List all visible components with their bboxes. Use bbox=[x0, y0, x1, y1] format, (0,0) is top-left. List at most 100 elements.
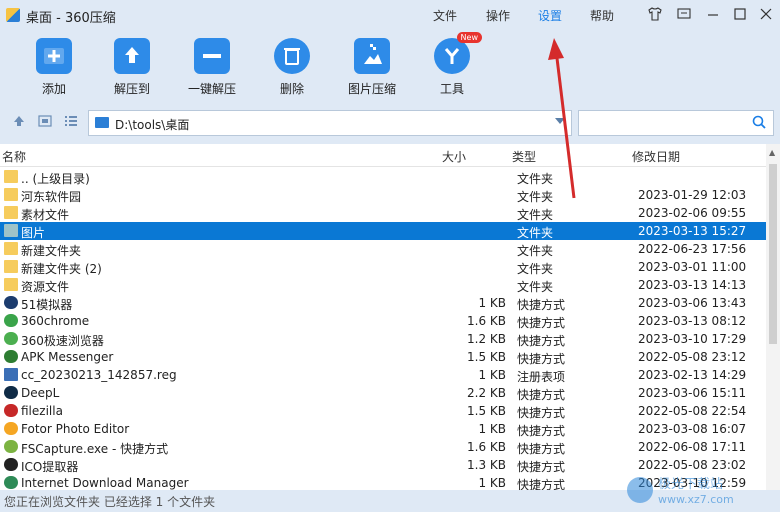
close-icon[interactable] bbox=[757, 6, 775, 24]
file-row[interactable]: cc_20230213_142857.reg 1 KB 注册表项 2023-02-13… bbox=[0, 366, 766, 384]
file-row[interactable]: APK Messenger 1.5 KB 快捷方式 2022-05-08 23:12 bbox=[0, 348, 766, 366]
file-date: 2023-03-06 13:43 bbox=[638, 296, 747, 310]
menu-help[interactable]: 帮助 bbox=[590, 7, 614, 24]
file-size: 2.2 KB bbox=[467, 386, 506, 400]
scroll-up-icon[interactable]: ▲ bbox=[769, 148, 775, 157]
file-row[interactable]: 资源文件 文件夹 2023-03-13 14:13 bbox=[0, 276, 766, 294]
shortcut-icon bbox=[4, 404, 18, 417]
chevron-down-icon[interactable] bbox=[555, 118, 565, 124]
folder-icon bbox=[4, 170, 18, 183]
file-name: 图片 bbox=[21, 226, 46, 240]
column-type[interactable]: 类型 bbox=[512, 148, 536, 165]
minimize-icon[interactable] bbox=[704, 6, 722, 24]
file-name: cc_20230213_142857.reg bbox=[21, 368, 177, 382]
file-type: 文件夹 bbox=[517, 208, 554, 222]
toolbar: 添加 解压到 一键解压 删除 图片压缩 New 工具 bbox=[0, 30, 780, 100]
shortcut-icon bbox=[4, 386, 18, 399]
folder-icon bbox=[4, 224, 18, 237]
file-name: 新建文件夹 bbox=[21, 244, 82, 258]
file-type: 快捷方式 bbox=[517, 388, 566, 402]
file-date: 2023-03-13 08:12 bbox=[638, 314, 747, 328]
file-type: 文件夹 bbox=[517, 262, 554, 276]
file-name: Fotor Photo Editor bbox=[21, 422, 130, 436]
folder-icon bbox=[4, 206, 18, 219]
file-size: 1.5 KB bbox=[467, 404, 506, 418]
column-modified[interactable]: 修改日期 bbox=[632, 148, 680, 165]
extract-to-button[interactable]: 解压到 bbox=[110, 38, 154, 97]
shortcut-icon bbox=[4, 296, 18, 309]
menu-operate[interactable]: 操作 bbox=[486, 7, 510, 24]
skin-icon[interactable] bbox=[646, 6, 664, 24]
menu-settings[interactable]: 设置 bbox=[538, 7, 562, 24]
file-size: 1 KB bbox=[478, 476, 506, 490]
folder-icon bbox=[4, 242, 18, 255]
file-date: 2023-03-08 16:07 bbox=[638, 422, 747, 436]
file-row[interactable]: FSCapture.exe - 快捷方式 1.6 KB 快捷方式 2022-06-08… bbox=[0, 438, 766, 456]
file-name: 资源文件 bbox=[21, 280, 70, 294]
file-size: 1 KB bbox=[478, 368, 506, 382]
file-type: 快捷方式 bbox=[517, 352, 566, 366]
file-row[interactable]: .. (上级目录) 文件夹 bbox=[0, 168, 766, 186]
vertical-scrollbar[interactable]: ▲ bbox=[766, 144, 780, 490]
file-row[interactable]: 素材文件 文件夹 2023-02-06 09:55 bbox=[0, 204, 766, 222]
folder-icon bbox=[4, 278, 18, 291]
shortcut-icon bbox=[4, 350, 18, 363]
search-icon[interactable] bbox=[751, 114, 767, 134]
tools-button[interactable]: New 工具 bbox=[432, 32, 482, 97]
file-name: .. (上级目录) bbox=[21, 172, 90, 186]
file-date: 2023-02-13 14:29 bbox=[638, 368, 747, 382]
file-row[interactable]: 河东软件园 文件夹 2023-01-29 12:03 bbox=[0, 186, 766, 204]
title-bar: 桌面 - 360压缩 文件 操作 设置 帮助 bbox=[0, 0, 780, 30]
column-name[interactable]: 名称 bbox=[2, 148, 26, 165]
registry-file-icon bbox=[4, 368, 18, 381]
status-text: 您正在浏览文件夹 已经选择 1 个文件夹 bbox=[4, 495, 216, 509]
file-name: 新建文件夹 (2) bbox=[21, 262, 102, 276]
search-input[interactable] bbox=[578, 110, 774, 136]
trash-icon bbox=[274, 38, 310, 74]
file-size: 1.5 KB bbox=[467, 350, 506, 364]
file-row[interactable]: DeepL 2.2 KB 快捷方式 2023-03-06 15:11 bbox=[0, 384, 766, 402]
file-size: 1.3 KB bbox=[467, 458, 506, 472]
image-compress-button[interactable]: 图片压缩 bbox=[346, 38, 398, 97]
file-date: 2022-05-08 22:54 bbox=[638, 404, 747, 418]
address-bar[interactable]: D:\tools\桌面 bbox=[88, 110, 572, 136]
menu-file[interactable]: 文件 bbox=[433, 7, 457, 24]
file-row[interactable]: 51模拟器 1 KB 快捷方式 2023-03-06 13:43 bbox=[0, 294, 766, 312]
add-button[interactable]: 添加 bbox=[34, 38, 74, 97]
file-size: 1 KB bbox=[478, 422, 506, 436]
file-size: 1 KB bbox=[478, 296, 506, 310]
delete-button[interactable]: 删除 bbox=[272, 38, 312, 97]
file-row[interactable]: 新建文件夹 文件夹 2022-06-23 17:56 bbox=[0, 240, 766, 258]
shortcut-icon bbox=[4, 314, 18, 327]
computer-icon bbox=[95, 117, 109, 128]
extract-folder-icon bbox=[114, 38, 150, 74]
file-type: 快捷方式 bbox=[517, 478, 566, 490]
maximize-icon[interactable] bbox=[731, 6, 749, 24]
file-name: Internet Download Manager bbox=[21, 476, 189, 490]
file-row[interactable]: 360极速浏览器 1.2 KB 快捷方式 2023-03-10 17:29 bbox=[0, 330, 766, 348]
shortcut-icon bbox=[4, 440, 18, 453]
file-row[interactable]: Fotor Photo Editor 1 KB 快捷方式 2023-03-08 16:… bbox=[0, 420, 766, 438]
file-row[interactable]: 新建文件夹 (2) 文件夹 2023-03-01 11:00 bbox=[0, 258, 766, 276]
file-type: 快捷方式 bbox=[517, 460, 566, 474]
one-click-extract-button[interactable]: 一键解压 bbox=[186, 38, 238, 97]
watermark-logo: 极光下载站 www.xz7.com bbox=[627, 477, 734, 506]
up-arrow-icon[interactable] bbox=[12, 114, 26, 128]
file-name: 河东软件园 bbox=[21, 190, 82, 204]
file-name: FSCapture.exe - 快捷方式 bbox=[21, 442, 169, 456]
scrollbar-thumb[interactable] bbox=[769, 164, 777, 344]
file-date: 2022-06-08 17:11 bbox=[638, 440, 747, 454]
file-type: 文件夹 bbox=[517, 244, 554, 258]
tools-icon: New bbox=[434, 32, 482, 74]
file-date: 2023-03-13 15:27 bbox=[638, 224, 747, 238]
file-type: 快捷方式 bbox=[517, 334, 566, 348]
file-name: 素材文件 bbox=[21, 208, 70, 222]
list-view-icon[interactable] bbox=[64, 114, 78, 128]
feedback-icon[interactable] bbox=[675, 6, 693, 24]
file-row[interactable]: 图片 文件夹 2023-03-13 15:27 bbox=[0, 222, 766, 240]
column-size[interactable]: 大小 bbox=[442, 148, 466, 165]
window-title: 桌面 - 360压缩 bbox=[26, 11, 116, 26]
file-row[interactable]: 360chrome 1.6 KB 快捷方式 2023-03-13 08:12 bbox=[0, 312, 766, 330]
file-row[interactable]: filezilla 1.5 KB 快捷方式 2022-05-08 22:54 bbox=[0, 402, 766, 420]
thumbnail-view-icon[interactable] bbox=[38, 114, 52, 128]
